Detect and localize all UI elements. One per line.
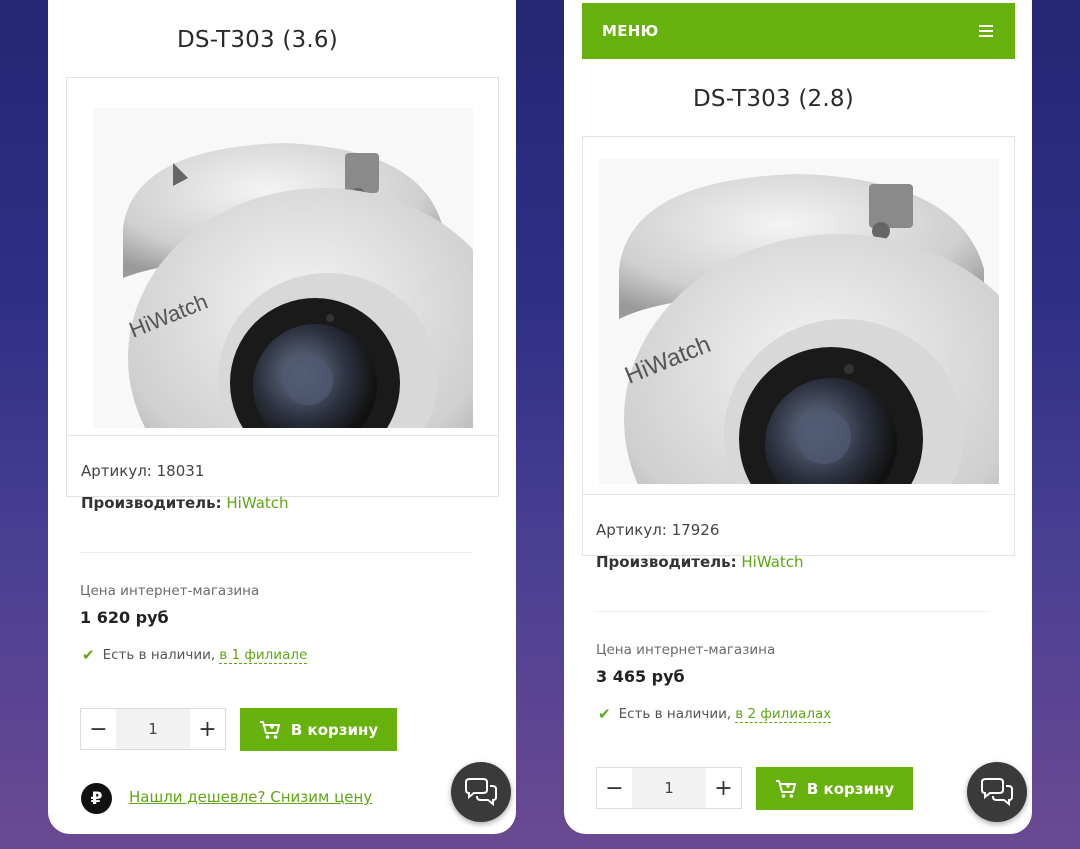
- product-page-left: DS-T303 (3.6) HiWatch Артикул: 18031 Про…: [48, 0, 516, 834]
- cart-icon: [775, 779, 796, 798]
- ruble-icon: ₽: [81, 783, 112, 814]
- found-cheaper-link[interactable]: Нашли дешевле? Снизим цену: [129, 788, 372, 806]
- stock-text: Есть в наличии,: [618, 706, 732, 722]
- stock-status: ✔ Есть в наличии, в 2 филиалах: [598, 705, 832, 723]
- qty-minus-button[interactable]: −: [81, 709, 116, 749]
- stock-text: Есть в наличии,: [102, 647, 216, 663]
- product-image[interactable]: HiWatch: [583, 137, 1014, 495]
- stock-branches-link[interactable]: в 2 филиалах: [735, 706, 832, 723]
- add-to-cart-button[interactable]: В корзину: [240, 708, 397, 751]
- article-value: 17926: [671, 521, 720, 539]
- chat-button[interactable]: [451, 762, 511, 822]
- article-label: Артикул:: [81, 462, 152, 480]
- product-page-right: МЕНЮ DS-T303 (2.8) HiWatch Артикул: 1792…: [564, 0, 1032, 834]
- maker-row: Производитель: HiWatch: [81, 494, 289, 512]
- menu-label: МЕНЮ: [602, 22, 659, 40]
- quantity-stepper: − 1 +: [596, 767, 742, 809]
- chat-button[interactable]: [967, 762, 1027, 822]
- maker-label: Производитель:: [81, 494, 222, 512]
- product-card: HiWatch Артикул: 18031 Производитель: Hi…: [66, 77, 499, 512]
- add-to-cart-button[interactable]: В корзину: [756, 767, 913, 810]
- qty-plus-button[interactable]: +: [706, 768, 741, 808]
- article-label: Артикул:: [596, 521, 667, 539]
- cart-button-label: В корзину: [806, 779, 895, 798]
- cart-icon: [259, 720, 280, 739]
- article-row: Артикул: 17926: [596, 521, 719, 539]
- price-value: 3 465 руб: [596, 667, 685, 686]
- product-card: HiWatch Артикул: 17926 Производитель: Hi…: [582, 136, 1015, 571]
- product-title: DS-T303 (2.8): [693, 86, 854, 112]
- stock-status: ✔ Есть в наличии, в 1 филиале: [82, 646, 308, 664]
- product-image[interactable]: HiWatch: [67, 78, 498, 436]
- divider: [80, 552, 472, 553]
- maker-label: Производитель:: [596, 553, 737, 571]
- product-title: DS-T303 (3.6): [177, 27, 338, 53]
- price-label: Цена интернет-магазина: [596, 642, 776, 658]
- camera-image: HiWatch: [92, 108, 473, 428]
- hamburger-icon[interactable]: [979, 25, 993, 37]
- stock-branches-link[interactable]: в 1 филиале: [219, 647, 308, 664]
- menu-bar[interactable]: МЕНЮ: [582, 3, 1015, 59]
- cart-button-label: В корзину: [290, 720, 379, 739]
- divider: [596, 611, 988, 612]
- qty-input[interactable]: 1: [632, 768, 706, 808]
- check-icon: ✔: [82, 646, 95, 664]
- chat-bubbles-icon: [465, 778, 497, 807]
- price-value: 1 620 руб: [80, 608, 169, 627]
- qty-plus-button[interactable]: +: [190, 709, 225, 749]
- maker-link[interactable]: HiWatch: [741, 553, 803, 571]
- article-value: 18031: [156, 462, 205, 480]
- maker-link[interactable]: HiWatch: [226, 494, 288, 512]
- maker-row: Производитель: HiWatch: [596, 553, 804, 571]
- check-icon: ✔: [598, 705, 611, 723]
- qty-minus-button[interactable]: −: [597, 768, 632, 808]
- price-label: Цена интернет-магазина: [80, 583, 260, 599]
- qty-input[interactable]: 1: [116, 709, 190, 749]
- article-row: Артикул: 18031: [81, 462, 204, 480]
- quantity-stepper: − 1 +: [80, 708, 226, 750]
- chat-bubbles-icon: [981, 778, 1013, 807]
- camera-image: HiWatch: [598, 159, 999, 484]
